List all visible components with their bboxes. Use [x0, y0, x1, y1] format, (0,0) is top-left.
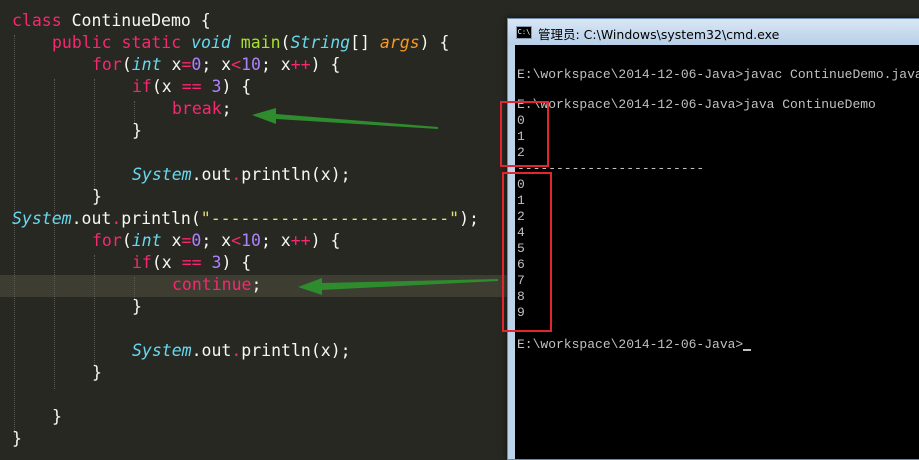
console-prompt-line[interactable]: E:\workspace\2014-12-06-Java>	[517, 337, 752, 353]
arrow-to-break	[252, 108, 438, 129]
console-prompt: E:\workspace\2014-12-06-Java>	[517, 337, 744, 352]
cmd-window[interactable]: C:\ 管理员: C:\Windows\system32\cmd.exe E:\…	[507, 18, 919, 460]
text-cursor	[743, 349, 752, 351]
highlight-box-continue-output	[502, 172, 552, 332]
arrow-to-continue	[298, 278, 498, 295]
console-line-javac: E:\workspace\2014-12-06-Java>javac Conti…	[517, 67, 919, 82]
cmd-console[interactable]: E:\workspace\2014-12-06-Java>javac Conti…	[515, 45, 919, 459]
cmd-app-icon: C:\	[516, 26, 532, 39]
cmd-window-title: 管理员: C:\Windows\system32\cmd.exe	[538, 27, 780, 42]
highlight-box-break-output	[500, 101, 549, 167]
cmd-title-bar[interactable]: C:\ 管理员: C:\Windows\system32\cmd.exe	[508, 19, 919, 45]
console-line-java: E:\workspace\2014-12-06-Java>java Contin…	[517, 97, 876, 112]
